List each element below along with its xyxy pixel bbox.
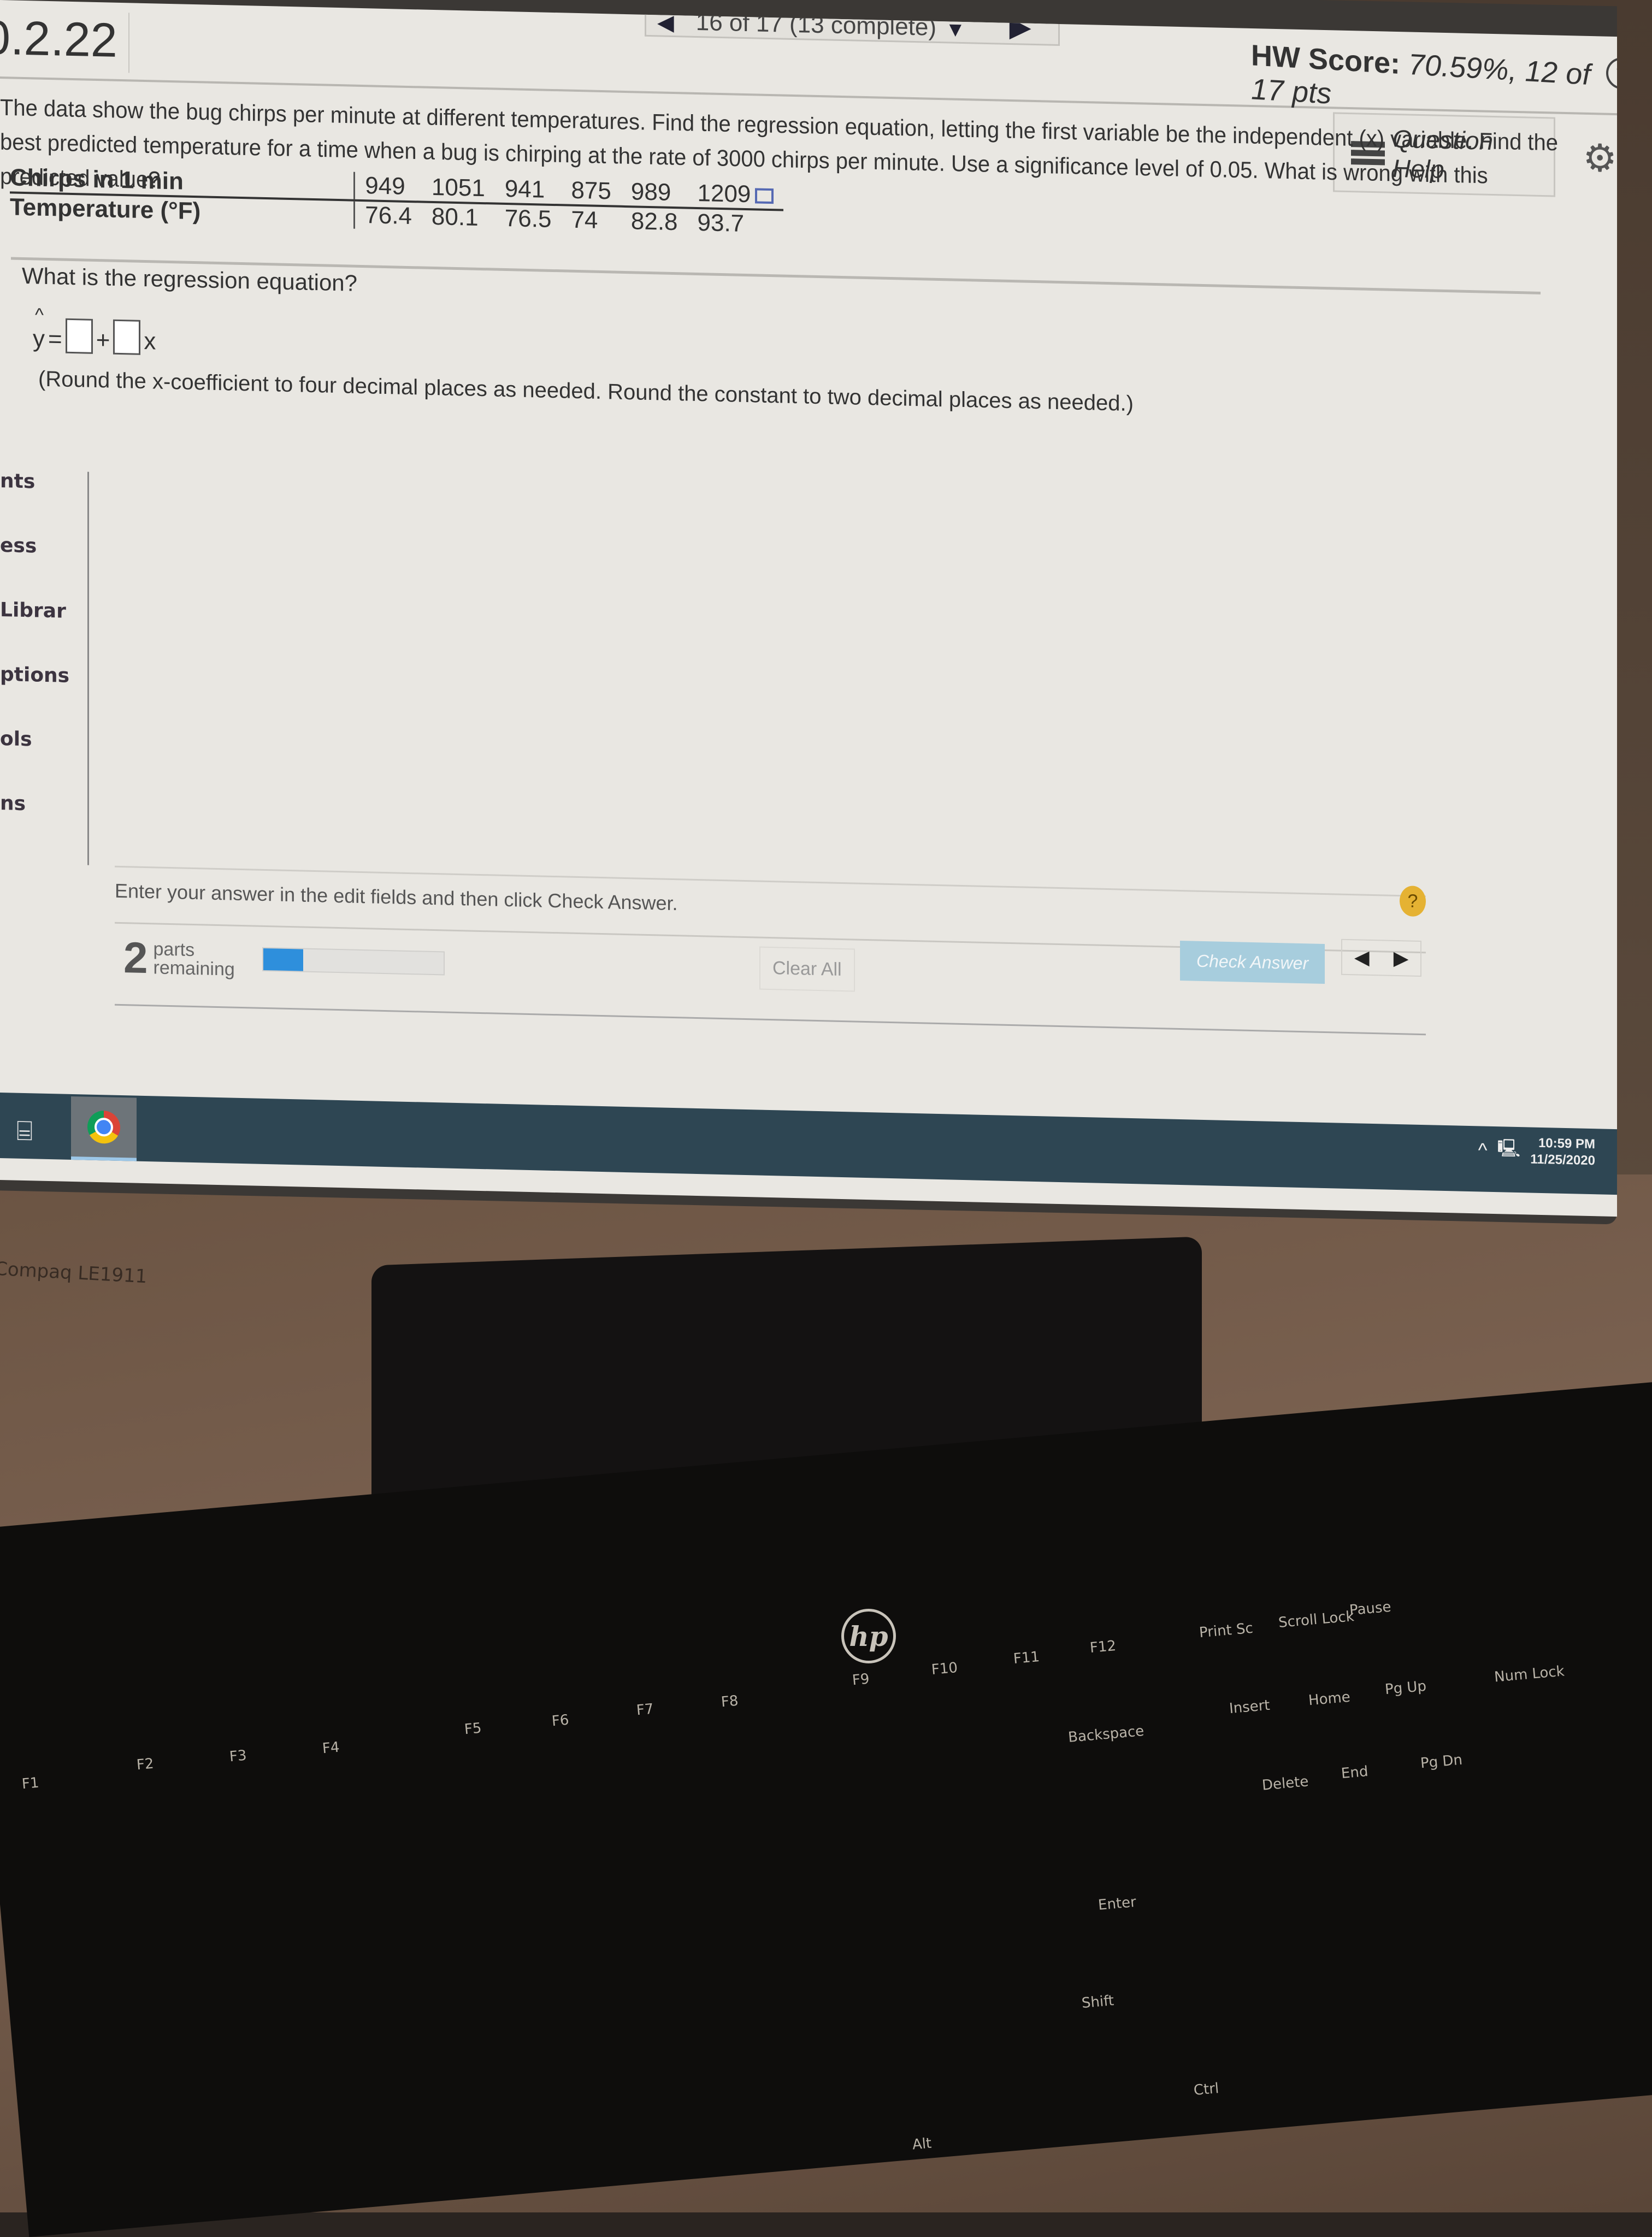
- key-f7: F7: [635, 1701, 654, 1719]
- chrome-taskbar-button[interactable]: [71, 1096, 137, 1161]
- sidebar-item[interactable]: ols: [0, 728, 87, 794]
- table-cell: 1051: [421, 173, 495, 204]
- part-pager: ◀ ▶: [1341, 939, 1422, 977]
- clock-date: 11/25/2020: [1530, 1152, 1595, 1168]
- rounding-note: (Round the x-coefficient to four decimal…: [38, 367, 1134, 416]
- table-cell: 989: [621, 178, 688, 208]
- key-end: End: [1340, 1763, 1369, 1782]
- constant-input[interactable]: [65, 318, 93, 354]
- instruction-text: Enter your answer in the edit fields and…: [115, 879, 678, 915]
- x-variable: x: [144, 327, 156, 355]
- parts-count: 2: [123, 933, 148, 983]
- key-f1: F1: [21, 1774, 40, 1793]
- key-f11: F11: [1012, 1648, 1041, 1668]
- copy-data-icon[interactable]: [755, 188, 774, 204]
- clock-time: 10:59 PM: [1538, 1135, 1595, 1152]
- key-f5: F5: [463, 1720, 482, 1738]
- key-ctrl: Ctrl: [1193, 2080, 1220, 2099]
- coefficient-input[interactable]: [113, 319, 141, 355]
- table-cell: 93.7: [697, 209, 745, 237]
- keyboard: [0, 1377, 1652, 2237]
- dropdown-arrow-icon[interactable]: ▼: [945, 18, 966, 42]
- parts-remaining: 2 parts remaining: [123, 933, 235, 983]
- parts-label-2: remaining: [153, 957, 235, 980]
- equals-sign: =: [48, 325, 62, 353]
- sidebar-item[interactable]: Librar: [0, 599, 87, 665]
- sub-question: What is the regression equation?: [22, 262, 358, 296]
- key-f12: F12: [1089, 1637, 1117, 1657]
- key-enter: Enter: [1097, 1894, 1137, 1914]
- task-view-icon[interactable]: ⌸: [16, 1115, 33, 1148]
- table-cell: 74: [571, 206, 598, 234]
- key-f4: F4: [321, 1739, 340, 1757]
- table-cell-value: 1209: [697, 179, 751, 208]
- help-badge-icon[interactable]: ?: [1400, 886, 1426, 917]
- section-id: 0.2.22: [0, 9, 129, 73]
- parts-progress-bar: [262, 947, 445, 976]
- table-cell: 82.8: [630, 208, 678, 236]
- key-f8: F8: [720, 1692, 739, 1711]
- table-cell: 76.4: [365, 202, 412, 230]
- chrome-icon: [87, 1110, 120, 1144]
- plus-sign: +: [96, 326, 110, 354]
- show-hidden-icons-icon[interactable]: ^: [1478, 1138, 1488, 1161]
- taskbar: ⌸ ^ 🖳 10:59 PM 11/25/2020: [0, 1093, 1617, 1195]
- table-cell: 949: [354, 172, 422, 202]
- key-f2: F2: [135, 1755, 155, 1774]
- table-cell: 941: [494, 175, 562, 205]
- answer-footer: Enter your answer in the edit fields and…: [115, 865, 1426, 1036]
- key-f10: F10: [930, 1659, 959, 1679]
- table-cell: 76.5: [504, 204, 552, 233]
- next-part-icon[interactable]: ▶: [1382, 941, 1421, 976]
- gear-icon[interactable]: ⚙: [1583, 135, 1617, 181]
- key-alt: Alt: [911, 2135, 933, 2153]
- clear-all-button[interactable]: Clear All: [759, 946, 855, 992]
- regression-equation: y = + x: [33, 317, 156, 355]
- key-f9: F9: [851, 1671, 870, 1689]
- parts-label: parts remaining: [153, 939, 235, 980]
- sidebar-item[interactable]: nts: [0, 470, 87, 536]
- hw-score: HW Score: 70.59%, 12 of 17 pts: [1251, 38, 1617, 127]
- sidebar-item[interactable]: ess: [0, 534, 87, 601]
- table-cell: 1209: [687, 179, 784, 210]
- screen: 0.2.22 ◀ 16 of 17 (13 complete) ▼ ▶ HW S…: [0, 0, 1617, 1217]
- prev-part-icon[interactable]: ◀: [1342, 940, 1382, 975]
- check-answer-button[interactable]: Check Answer: [1180, 941, 1325, 984]
- key-f3: F3: [228, 1747, 247, 1766]
- progress-fill: [263, 948, 303, 971]
- sidebar-item[interactable]: ptions: [0, 663, 87, 730]
- key-shift: Shift: [1081, 1992, 1115, 2012]
- network-icon[interactable]: 🖳: [1497, 1136, 1521, 1166]
- hp-logo: hp: [841, 1609, 896, 1663]
- system-tray: ^ 🖳 10:59 PM 11/25/2020: [1478, 1134, 1595, 1169]
- sidebar: nts ess Librar ptions ols ns: [0, 470, 89, 865]
- sidebar-item[interactable]: ns: [0, 792, 87, 859]
- y-hat: y: [33, 325, 45, 352]
- clock[interactable]: 10:59 PM 11/25/2020: [1530, 1135, 1595, 1170]
- key-f6: F6: [551, 1711, 570, 1730]
- table-cell: 875: [561, 176, 621, 206]
- table-cell: 80.1: [431, 203, 479, 231]
